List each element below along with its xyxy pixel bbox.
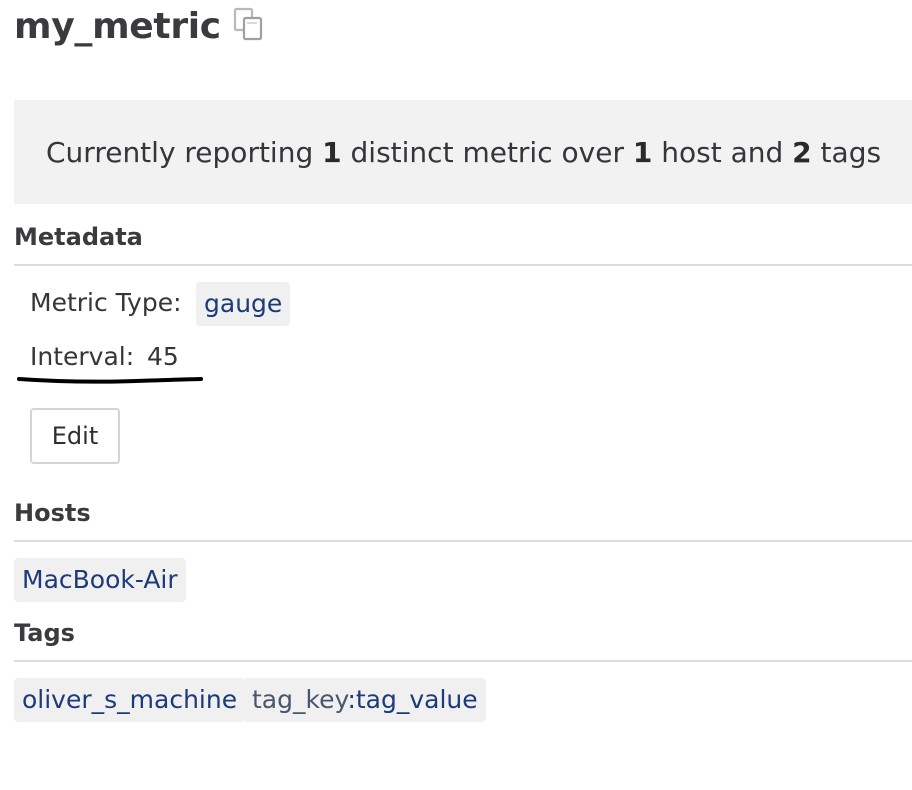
reporting-summary: Currently reporting 1 distinct metric ov… bbox=[14, 100, 912, 204]
metadata-header: Metadata bbox=[14, 222, 912, 266]
summary-mid2: host and bbox=[652, 135, 793, 169]
interval-label: Interval: bbox=[30, 342, 135, 371]
metric-type-value[interactable]: gauge bbox=[196, 282, 291, 326]
summary-suffix: tags bbox=[811, 135, 882, 169]
summary-prefix: Currently reporting bbox=[46, 135, 323, 169]
tag-separator: : bbox=[347, 685, 356, 714]
hosts-header: Hosts bbox=[14, 498, 912, 542]
summary-host-count: 1 bbox=[632, 135, 653, 169]
metric-detail-panel: my_metric Currently reporting 1 distinct… bbox=[0, 0, 912, 790]
title-row: my_metric bbox=[14, 4, 265, 50]
metric-title: my_metric bbox=[14, 6, 221, 47]
tag-pill-oliver-s-machine[interactable]: oliver_s_machine bbox=[14, 678, 246, 722]
summary-metric-count: 1 bbox=[322, 135, 342, 169]
summary-tag-count: 2 bbox=[792, 135, 812, 169]
tag-value: tag_value bbox=[355, 685, 478, 714]
interval-value: 45 bbox=[147, 342, 179, 371]
tag-pill-tag-key[interactable]: tag_key:tag_value bbox=[244, 678, 486, 722]
edit-button[interactable]: Edit bbox=[30, 408, 120, 464]
annotation-underline bbox=[17, 377, 203, 384]
tags-header: Tags bbox=[14, 618, 912, 662]
summary-mid1: distinct metric over bbox=[341, 135, 633, 169]
tag-key: tag_key bbox=[252, 685, 348, 714]
copy-icon[interactable] bbox=[233, 7, 265, 41]
host-pill-macbook-air[interactable]: MacBook-Air bbox=[14, 558, 186, 602]
metric-type-label: Metric Type: bbox=[30, 288, 182, 317]
